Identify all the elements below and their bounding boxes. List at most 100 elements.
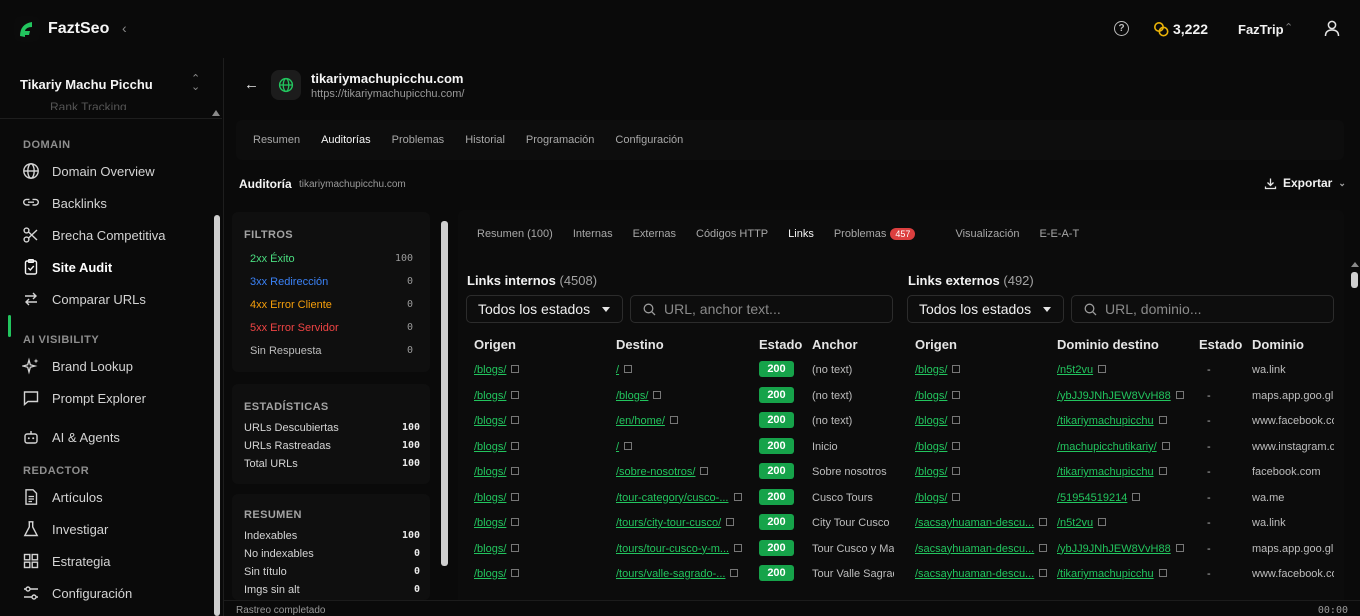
external-link-icon[interactable] — [1098, 518, 1107, 526]
subtab-visualizacion[interactable]: Visualización — [955, 228, 1019, 240]
link-text[interactable]: /n5t2vu — [1057, 517, 1093, 529]
link-cell[interactable]: /en/home/ — [616, 415, 751, 427]
back-arrow-icon[interactable]: ← — [244, 76, 259, 93]
sidebar-item-estrategia[interactable]: Estrategia — [22, 552, 111, 570]
link-text[interactable]: / — [616, 441, 619, 453]
external-link-icon[interactable] — [700, 467, 709, 475]
col-estado-ext[interactable]: Estado — [1199, 337, 1242, 352]
link-text[interactable]: /tikariymachupicchu — [1057, 415, 1154, 427]
help-icon[interactable]: ? — [1114, 21, 1129, 36]
filter-row[interactable]: Sin Respuesta 0 — [250, 345, 413, 357]
link-cell[interactable]: /blogs/ — [616, 390, 751, 402]
filters-scrollbar[interactable] — [441, 221, 448, 566]
scroll-up-arrow-icon[interactable] — [1351, 262, 1359, 267]
link-text[interactable]: /blogs/ — [915, 441, 947, 453]
link-text[interactable]: /blogs/ — [915, 364, 947, 376]
sidebar-item-configuracion[interactable]: Configuración — [22, 584, 132, 602]
external-link-icon[interactable] — [952, 390, 961, 399]
external-link-icon[interactable] — [1132, 492, 1141, 501]
link-cell[interactable]: /blogs/ — [474, 543, 609, 555]
link-cell[interactable]: /blogs/ — [915, 390, 1050, 402]
external-link-icon[interactable] — [653, 390, 662, 399]
link-cell[interactable]: /blogs/ — [474, 568, 609, 580]
external-link-icon[interactable] — [1039, 569, 1048, 577]
link-cell[interactable]: /blogs/ — [474, 517, 609, 529]
link-text[interactable]: /tours/city-tour-cusco/ — [616, 517, 721, 529]
link-text[interactable]: /tour-category/cusco-... — [616, 492, 729, 504]
external-link-icon[interactable] — [952, 492, 961, 501]
link-text[interactable]: /tikariymachupicchu — [1057, 466, 1154, 478]
link-text[interactable]: /blogs/ — [474, 364, 506, 376]
link-text[interactable]: /blogs/ — [474, 492, 506, 504]
tab-programacion[interactable]: Programación — [526, 134, 594, 146]
link-cell[interactable]: /tikariymachupicchu — [1057, 415, 1192, 427]
link-cell[interactable]: / — [616, 364, 751, 376]
tab-historial[interactable]: Historial — [465, 134, 505, 146]
subtab-links[interactable]: Links — [788, 228, 814, 240]
link-cell[interactable]: /n5t2vu — [1057, 364, 1192, 376]
link-cell[interactable]: /blogs/ — [474, 415, 609, 427]
tab-auditorias[interactable]: Auditorías — [321, 134, 371, 146]
external-link-icon[interactable] — [952, 416, 961, 424]
tab-resumen[interactable]: Resumen — [253, 134, 300, 146]
link-text[interactable]: /blogs/ — [474, 441, 506, 453]
link-cell[interactable]: /tikariymachupicchu — [1057, 466, 1192, 478]
external-link-icon[interactable] — [669, 416, 678, 424]
external-link-icon[interactable] — [952, 467, 961, 475]
link-text[interactable]: /sacsayhuaman-descu... — [915, 568, 1034, 580]
external-link-icon[interactable] — [730, 569, 739, 577]
chevron-updown-icon[interactable]: ⌃ — [1284, 21, 1293, 34]
link-text[interactable]: /blogs/ — [474, 517, 506, 529]
sidebar-item-brecha-competitiva[interactable]: Brecha Competitiva — [22, 226, 165, 244]
subtab-externas[interactable]: Externas — [633, 228, 676, 240]
sidebar-item-domain-overview[interactable]: Domain Overview — [22, 162, 155, 180]
link-text[interactable]: /sacsayhuaman-descu... — [915, 543, 1034, 555]
subtab-resumen[interactable]: Resumen (100) — [477, 228, 553, 240]
site-url[interactable]: https://tikariymachupicchu.com/ — [311, 88, 464, 100]
link-cell[interactable]: /blogs/ — [474, 364, 609, 376]
scroll-up-arrow-icon[interactable] — [212, 110, 220, 116]
link-cell[interactable]: /blogs/ — [915, 492, 1050, 504]
filter-row[interactable]: 3xx Redirección 0 — [250, 276, 413, 288]
col-dominio[interactable]: Dominio — [1252, 337, 1304, 352]
link-cell[interactable]: /51954519214 — [1057, 492, 1192, 504]
subtab-eeat[interactable]: E-E-A-T — [1039, 228, 1079, 240]
external-link-icon[interactable] — [734, 543, 743, 552]
tab-problemas[interactable]: Problemas — [392, 134, 445, 146]
link-text[interactable]: /ybJJ9JNhJEW8VvH88 — [1057, 543, 1171, 555]
col-origen-ext[interactable]: Origen — [915, 337, 957, 352]
link-cell[interactable]: /blogs/ — [915, 441, 1050, 453]
link-cell[interactable]: /n5t2vu — [1057, 517, 1192, 529]
external-link-icon[interactable] — [511, 441, 520, 450]
link-cell[interactable]: /blogs/ — [915, 364, 1050, 376]
external-link-icon[interactable] — [1098, 365, 1107, 373]
external-link-icon[interactable] — [1175, 543, 1184, 552]
link-text[interactable]: /51954519214 — [1057, 492, 1127, 504]
internal-status-select[interactable]: Todos los estados — [466, 295, 623, 323]
link-cell[interactable]: /tours/valle-sagrado-... — [616, 568, 751, 580]
link-cell[interactable]: /tikariymachupicchu — [1057, 568, 1192, 580]
external-link-icon[interactable] — [624, 365, 633, 373]
link-text[interactable]: /blogs/ — [474, 390, 506, 402]
external-link-icon[interactable] — [511, 543, 520, 552]
external-link-icon[interactable] — [952, 365, 961, 373]
link-text[interactable]: /blogs/ — [915, 466, 947, 478]
project-switcher[interactable]: Tikariy Machu Picchu — [20, 77, 153, 92]
link-cell[interactable]: /ybJJ9JNhJEW8VvH88 — [1057, 543, 1192, 555]
link-cell[interactable]: /tours/city-tour-cusco/ — [616, 517, 751, 529]
link-cell[interactable]: /blogs/ — [474, 390, 609, 402]
link-text[interactable]: /blogs/ — [915, 390, 947, 402]
link-text[interactable]: /blogs/ — [474, 415, 506, 427]
external-link-icon[interactable] — [1158, 416, 1167, 424]
col-destino[interactable]: Destino — [616, 337, 664, 352]
tab-configuracion[interactable]: Configuración — [615, 134, 683, 146]
external-link-icon[interactable] — [733, 492, 742, 501]
link-cell[interactable]: /blogs/ — [915, 466, 1050, 478]
link-text[interactable]: / — [616, 364, 619, 376]
sidebar-item-ai-agents[interactable]: AI & Agents — [22, 428, 120, 446]
link-text[interactable]: /blogs/ — [474, 466, 506, 478]
external-link-icon[interactable] — [511, 492, 520, 501]
sidebar-item-backlinks[interactable]: Backlinks — [22, 194, 107, 212]
internal-search-input[interactable]: URL, anchor text... — [630, 295, 893, 323]
sidebar-item-rank-tracking[interactable]: Rank Tracking — [50, 100, 127, 110]
